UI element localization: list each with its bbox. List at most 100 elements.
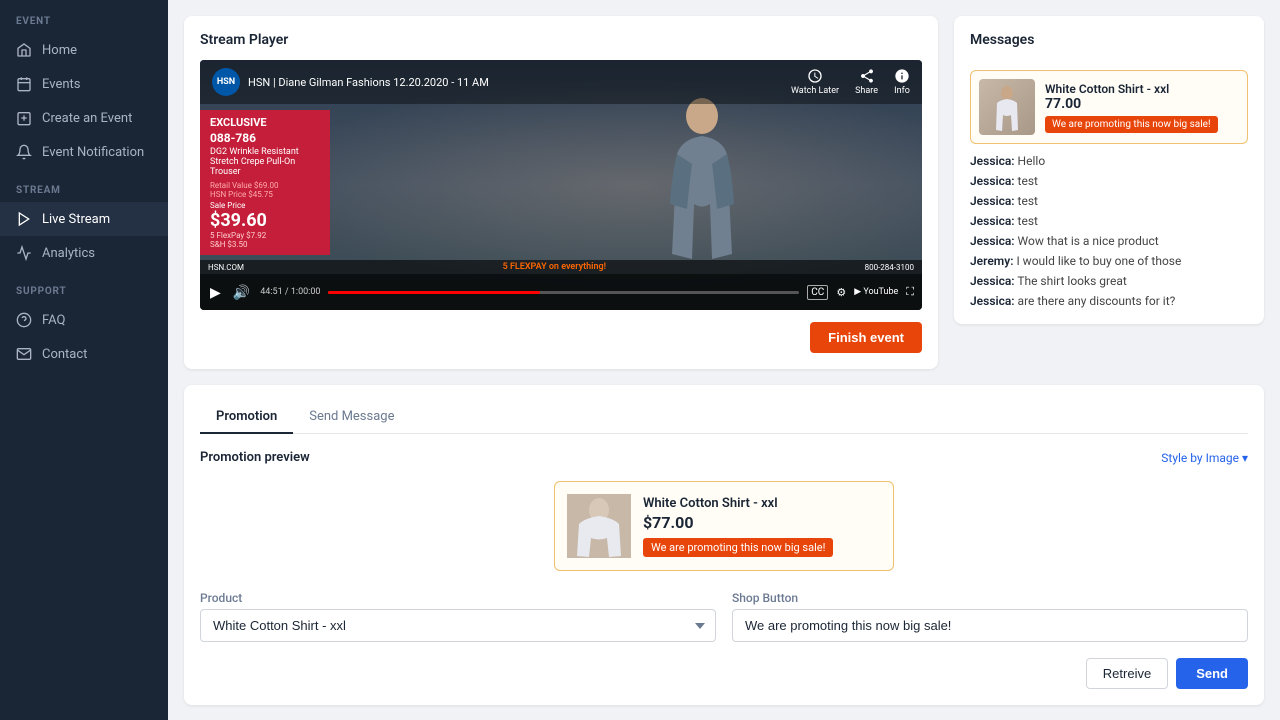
preview-area: White Cotton Shirt - xxl $77.00 We are p…	[200, 481, 1248, 571]
preview-product-name: White Cotton Shirt - xxl	[643, 496, 881, 511]
video-overlay-top: HSN HSN | Diane Gilman Fashions 12.20.20…	[200, 60, 922, 104]
preview-details: White Cotton Shirt - xxl $77.00 We are p…	[643, 496, 881, 557]
message-item: Jessica: Hello	[970, 154, 1248, 168]
sale-price: $39.60	[210, 210, 320, 231]
main-content: Stream Player EXCLUSIVE 088-786	[168, 0, 1280, 720]
fullscreen-button[interactable]: ⛶	[906, 285, 914, 299]
sidebar-item-analytics[interactable]: Analytics	[0, 236, 168, 270]
settings-button[interactable]: ⚙	[836, 286, 846, 299]
youtube-logo: ▶ YouTube	[854, 287, 898, 297]
shop-button-label: Shop Button	[732, 591, 1248, 605]
person-silhouette	[662, 94, 742, 274]
hsn-bottom-bar: HSN.COM 5 FLEXPAY on everything! 800-284…	[200, 260, 922, 274]
exclusive-banner: EXCLUSIVE 088-786 DG2 Wrinkle Resistant …	[200, 110, 330, 255]
video-controls: ▶ 🔊 44:51 / 1:00:00 CC ⚙ ▶ YouTube ⛶	[200, 274, 922, 310]
top-row: Stream Player EXCLUSIVE 088-786	[184, 16, 1264, 369]
finish-btn-row: Finish event	[200, 322, 922, 353]
form-row: Product White Cotton Shirt - xxl Shop Bu…	[200, 591, 1248, 642]
promotion-notification: White Cotton Shirt - xxl 77.00 We are pr…	[970, 70, 1248, 144]
promo-image	[979, 79, 1035, 135]
promotion-card: Promotion Send Message Promotion preview…	[184, 385, 1264, 705]
time-elapsed: 44:51 / 1:00:00	[260, 287, 320, 297]
message-item: Jeremy: I would like to buy one of those	[970, 254, 1248, 268]
style-by-image-button[interactable]: Style by Image ▾	[1161, 451, 1248, 465]
sidebar-item-contact-label: Contact	[42, 347, 87, 362]
share-button[interactable]: Share	[855, 68, 878, 96]
sidebar-section-event: EVENT	[0, 0, 168, 33]
sidebar-item-live-stream[interactable]: Live Stream	[0, 202, 168, 236]
sidebar-section-stream: STREAM	[0, 169, 168, 202]
promo-badge: We are promoting this now big sale!	[1045, 116, 1218, 133]
video-title: HSN | Diane Gilman Fashions 12.20.2020 -…	[248, 76, 783, 89]
shop-button-input[interactable]	[732, 609, 1248, 642]
message-item: Jessica: test	[970, 214, 1248, 228]
hsn-logo: HSN	[212, 68, 240, 96]
analytics-icon	[16, 245, 32, 261]
video-container[interactable]: EXCLUSIVE 088-786 DG2 Wrinkle Resistant …	[200, 60, 922, 310]
exclusive-title: EXCLUSIVE	[210, 116, 320, 129]
message-item: Jessica: test	[970, 194, 1248, 208]
retreive-button[interactable]: Retreive	[1086, 658, 1168, 689]
sidebar: EVENT Home Events Create an Event Event …	[0, 0, 168, 720]
contact-icon	[16, 346, 32, 362]
promo-price: 77.00	[1045, 96, 1239, 112]
sidebar-item-events-label: Events	[42, 77, 80, 92]
sidebar-item-faq-label: FAQ	[42, 313, 65, 328]
shop-button-field-group: Shop Button	[732, 591, 1248, 642]
message-item: Jessica: Wow that is a nice product	[970, 234, 1248, 248]
sidebar-item-create-event[interactable]: Create an Event	[0, 101, 168, 135]
sidebar-item-analytics-label: Analytics	[42, 246, 95, 261]
sidebar-item-event-notification[interactable]: Event Notification	[0, 135, 168, 169]
product-field-group: Product White Cotton Shirt - xxl	[200, 591, 716, 642]
sidebar-item-home-label: Home	[42, 43, 77, 58]
product-select[interactable]: White Cotton Shirt - xxl	[200, 609, 716, 642]
home-icon	[16, 42, 32, 58]
sidebar-item-faq[interactable]: FAQ	[0, 303, 168, 337]
exclusive-retail-label: Retail Value $69.00	[210, 181, 320, 190]
events-icon	[16, 76, 32, 92]
watch-later-button[interactable]: Watch Later	[791, 68, 839, 96]
actions-row: Retreive Send	[200, 658, 1248, 689]
send-button[interactable]: Send	[1176, 658, 1248, 689]
preview-product-price: $77.00	[643, 513, 881, 532]
sidebar-item-home[interactable]: Home	[0, 33, 168, 67]
promotion-preview-header: Promotion preview Style by Image ▾	[200, 450, 1248, 465]
sidebar-item-event-notification-label: Event Notification	[42, 145, 144, 160]
video-content: EXCLUSIVE 088-786 DG2 Wrinkle Resistant …	[200, 60, 922, 310]
exclusive-num: 088-786	[210, 131, 320, 145]
play-button[interactable]: ▶	[208, 284, 223, 301]
message-item: Jessica: are there any discounts for it?	[970, 294, 1248, 308]
sidebar-item-contact[interactable]: Contact	[0, 337, 168, 371]
tab-promotion[interactable]: Promotion	[200, 401, 293, 434]
promo-details: White Cotton Shirt - xxl 77.00 We are pr…	[1045, 82, 1239, 133]
tab-send-message[interactable]: Send Message	[293, 401, 410, 434]
notification-icon	[16, 144, 32, 160]
product-label: Product	[200, 591, 716, 605]
sidebar-item-events[interactable]: Events	[0, 67, 168, 101]
message-item: Jessica: The shirt looks great	[970, 274, 1248, 288]
stream-player-card: Stream Player EXCLUSIVE 088-786	[184, 16, 938, 369]
preview-card: White Cotton Shirt - xxl $77.00 We are p…	[554, 481, 894, 571]
create-event-icon	[16, 110, 32, 126]
promo-product-name: White Cotton Shirt - xxl	[1045, 82, 1239, 96]
preview-product-image	[567, 494, 631, 558]
sidebar-section-support: SUPPORT	[0, 270, 168, 303]
message-item: Jessica: test	[970, 174, 1248, 188]
stream-player-title: Stream Player	[200, 32, 922, 48]
tabs-row: Promotion Send Message	[200, 401, 1248, 434]
preview-promo-badge: We are promoting this now big sale!	[643, 538, 833, 557]
video-top-actions: Watch Later Share Info	[791, 68, 910, 96]
messages-title: Messages	[970, 32, 1248, 48]
sidebar-item-live-stream-label: Live Stream	[42, 212, 110, 227]
preview-title: Promotion preview	[200, 450, 310, 465]
info-button[interactable]: Info	[894, 68, 910, 96]
progress-bar[interactable]	[328, 291, 799, 294]
messages-card: Messages White Cotton Shirt - xxl 77.00 …	[954, 16, 1264, 324]
live-stream-icon	[16, 211, 32, 227]
finish-event-button[interactable]: Finish event	[810, 322, 922, 353]
messages-list: Jessica: Hello Jessica: test Jessica: te…	[970, 154, 1248, 308]
exclusive-product-name: DG2 Wrinkle Resistant Stretch Crepe Pull…	[210, 147, 320, 177]
volume-button[interactable]: 🔊	[231, 284, 252, 301]
cc-button[interactable]: CC	[807, 285, 828, 300]
sidebar-item-create-event-label: Create an Event	[42, 111, 132, 126]
